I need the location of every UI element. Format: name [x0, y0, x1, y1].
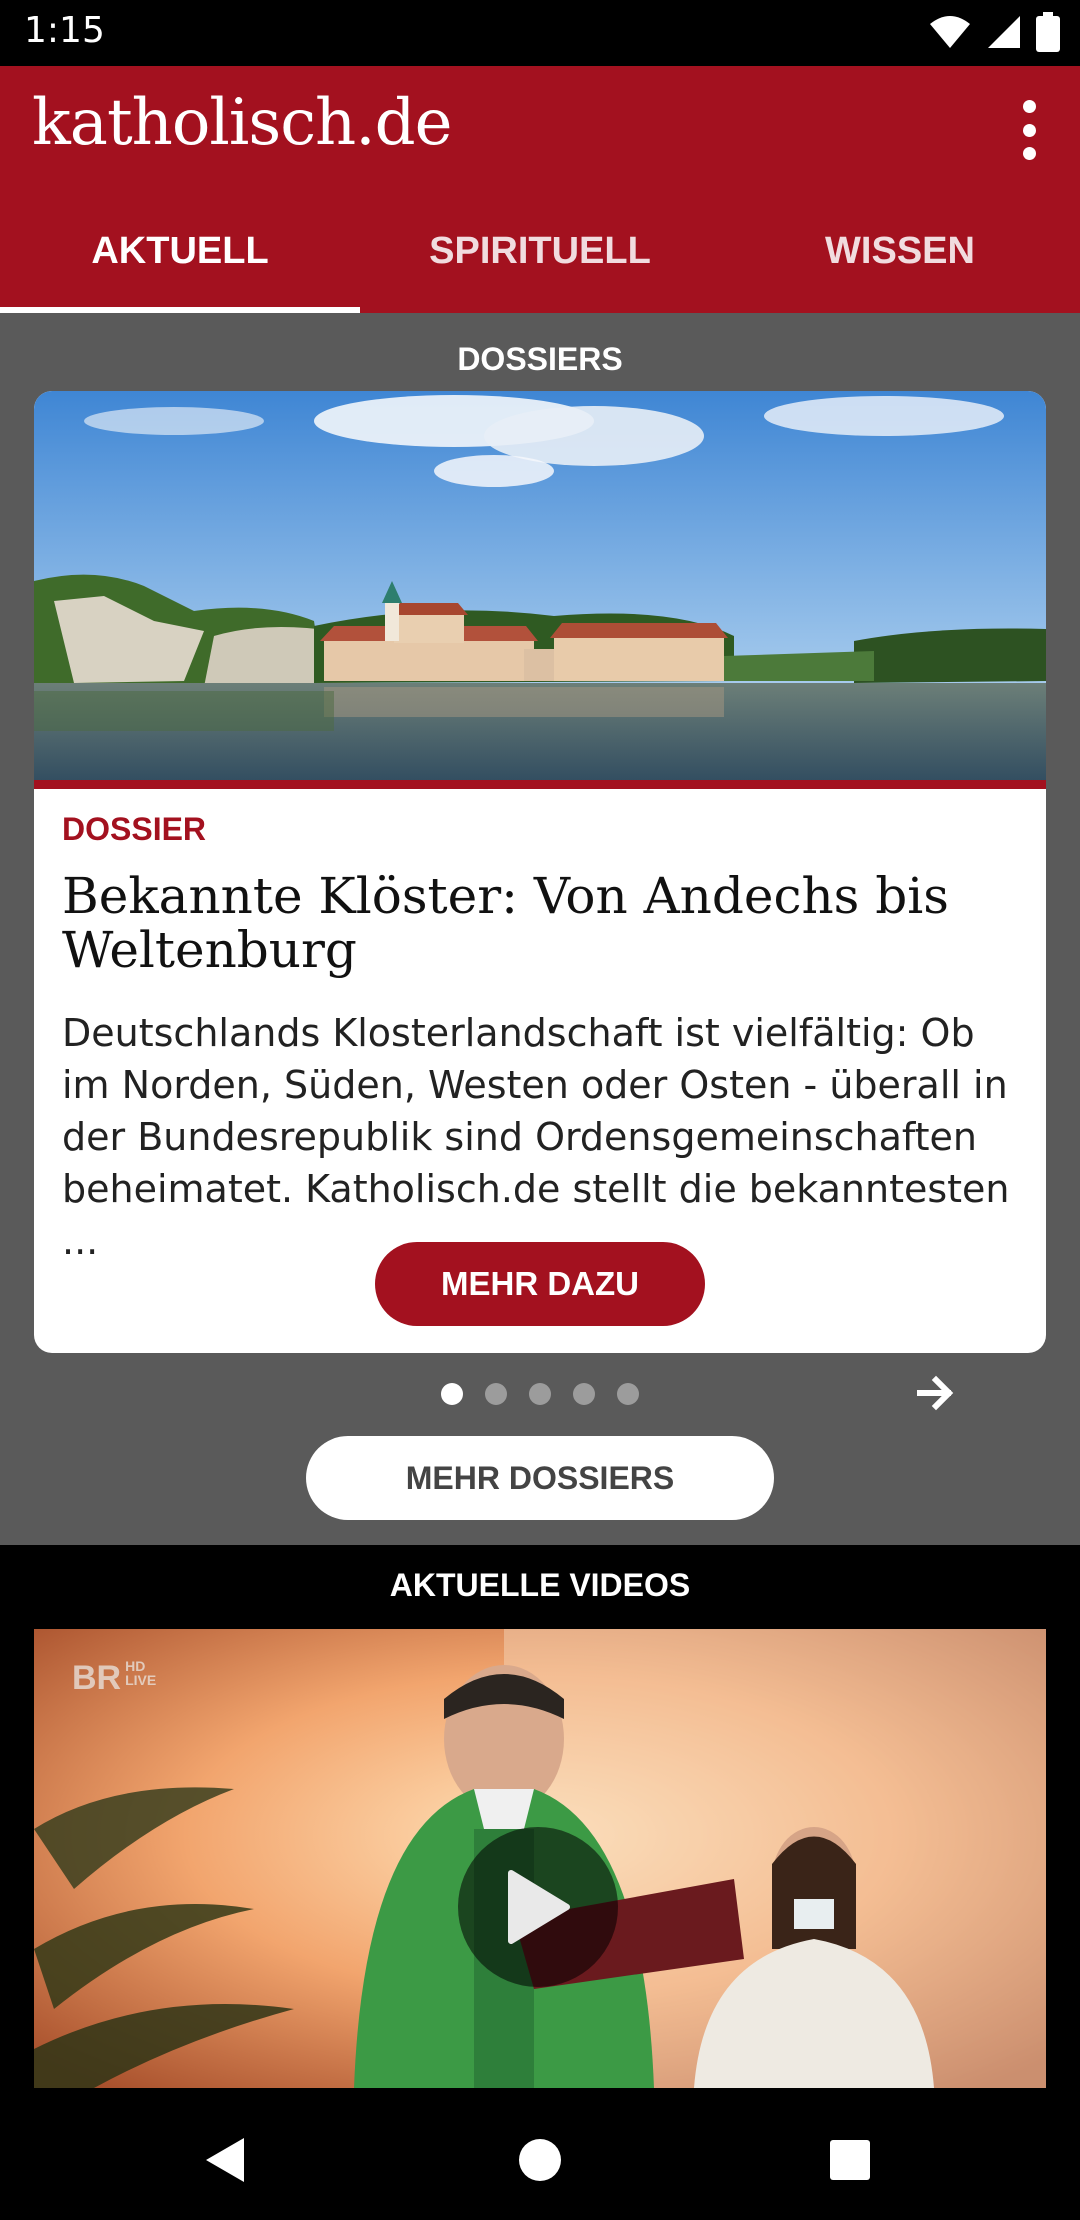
status-bar: 1:15	[0, 0, 1080, 66]
home-icon[interactable]	[510, 2130, 570, 2190]
video-thumbnail[interactable]: BR HD LIVE	[34, 1629, 1046, 2088]
status-icons	[928, 12, 1060, 52]
dossiers-section: DOSSIERS DOSSIER Bekannte Klöster: Von A…	[0, 313, 1080, 1545]
more-vert-icon[interactable]	[1014, 100, 1044, 160]
videos-section: AKTUELLE VIDEOS BR HD LIVE	[0, 1545, 1080, 2100]
dossier-image	[34, 391, 1046, 789]
dossier-card[interactable]: DOSSIER Bekannte Klöster: Von Andechs bi…	[34, 391, 1046, 1353]
section-title-dossiers: DOSSIERS	[457, 341, 623, 377]
app-bar: katholisch.de AKTUELL SPIRITUELL WISSEN	[0, 66, 1080, 313]
mehr-dazu-button[interactable]: MEHR DAZU	[375, 1242, 705, 1326]
dossier-title[interactable]: Bekannte Klöster: Von Andechs bis Welten…	[62, 869, 1012, 977]
recents-icon[interactable]	[820, 2130, 880, 2190]
status-time: 1:15	[24, 10, 105, 51]
system-nav-bar	[0, 2100, 1080, 2220]
pager-dot[interactable]	[573, 1383, 595, 1405]
pager-dot[interactable]	[617, 1383, 639, 1405]
dossier-teaser: Deutschlands Klosterlandschaft ist vielf…	[62, 1011, 1010, 1263]
channel-logo: BR HD LIVE	[72, 1658, 157, 1697]
section-title-videos: AKTUELLE VIDEOS	[389, 1567, 691, 1603]
dossier-kicker: DOSSIER	[62, 811, 207, 847]
play-icon[interactable]	[458, 1827, 618, 1987]
tab-bar: AKTUELL SPIRITUELL WISSEN	[0, 206, 1080, 313]
app-logo[interactable]: katholisch.de	[32, 86, 452, 160]
back-icon[interactable]	[196, 2130, 256, 2190]
pager-dot[interactable]	[485, 1383, 507, 1405]
signal-icon	[988, 16, 1020, 48]
mehr-dossiers-button[interactable]: MEHR DOSSIERS	[306, 1436, 774, 1520]
arrow-right-icon[interactable]	[914, 1371, 958, 1415]
tab-wissen[interactable]: WISSEN	[720, 206, 1080, 313]
wifi-icon	[930, 16, 970, 48]
battery-icon	[1036, 12, 1060, 52]
image-divider	[34, 780, 1046, 789]
tab-aktuell[interactable]: AKTUELL	[0, 206, 360, 313]
tab-spirituell[interactable]: SPIRITUELL	[360, 206, 720, 313]
pager-dot[interactable]	[529, 1383, 551, 1405]
pager-dot[interactable]	[441, 1383, 463, 1405]
